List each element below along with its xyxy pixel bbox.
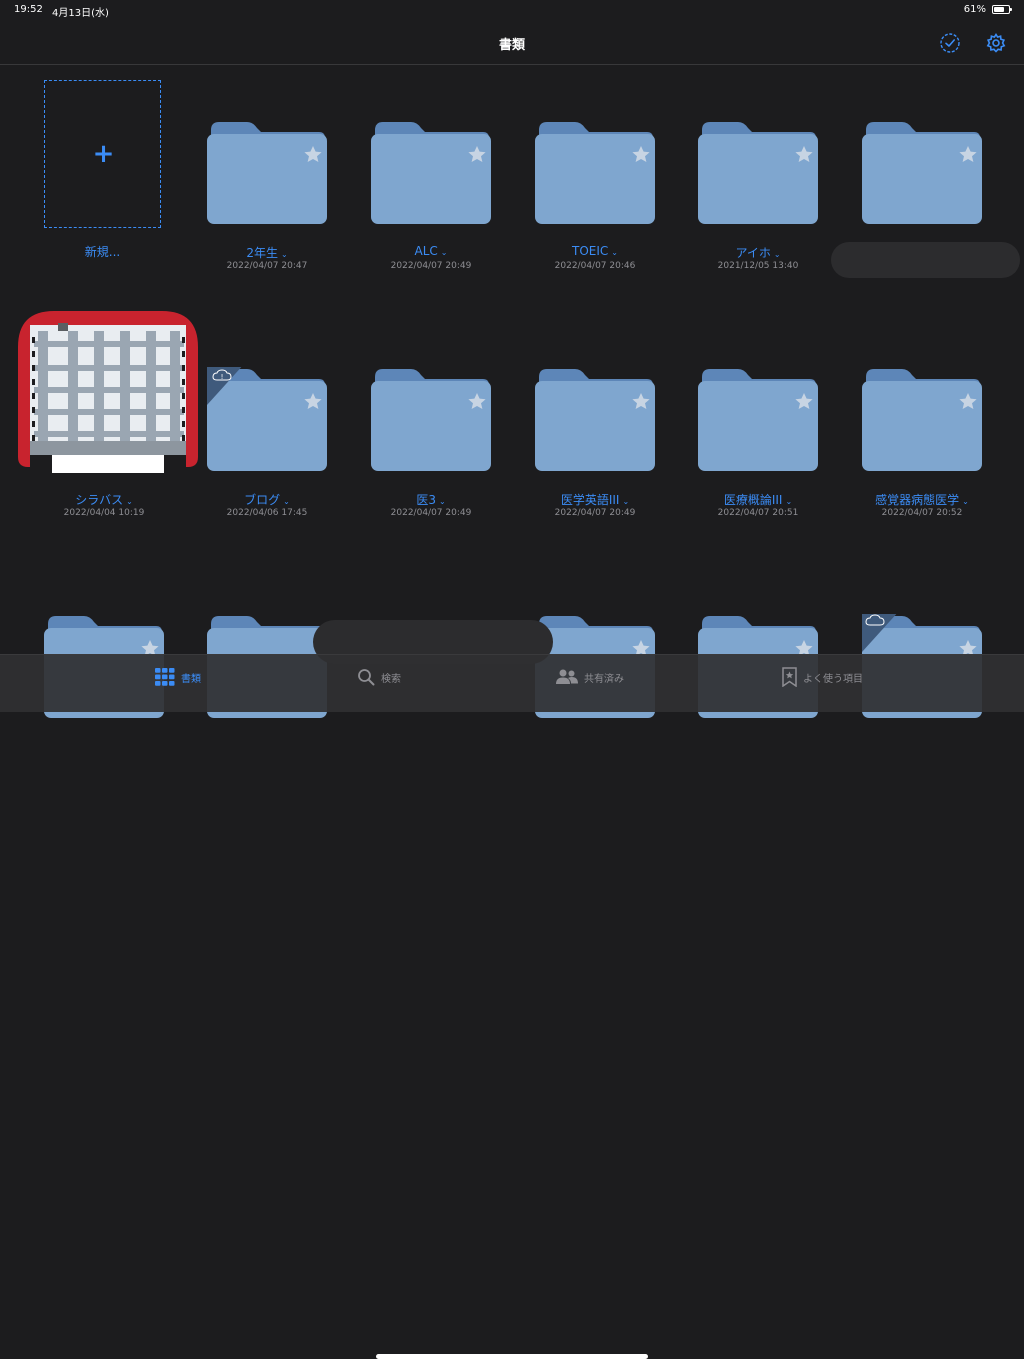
document-grid: + 新規... 2年生 ⌄ 2022/04/07 20:47 ALC ⌄ 2022/…	[0, 0, 1024, 718]
grid-icon	[155, 668, 175, 686]
bookmark-star-icon	[782, 667, 797, 687]
folder-date: 2022/04/07 20:47	[226, 261, 308, 271]
folder-icon	[698, 369, 818, 471]
folder-name: アイホ ⌄	[735, 246, 781, 260]
folder-name: 感覚器病態医学 ⌄	[875, 493, 969, 507]
folder-name: 医学英語III ⌄	[560, 493, 630, 507]
folder-name: 医3 ⌄	[416, 493, 446, 507]
folder-date: 2021/12/05 13:40	[717, 261, 799, 271]
tab-shared[interactable]: 共有済み	[556, 665, 624, 689]
tab-bar: 書類 検索 共有済み よく使う項目	[0, 654, 1024, 1359]
folder-icon	[698, 122, 818, 224]
folder-icon	[207, 122, 327, 224]
folder-icon	[862, 369, 982, 471]
folder-name: ALC ⌄	[414, 244, 448, 258]
tab-search[interactable]: 検索	[357, 665, 401, 689]
tab-label: 検索	[381, 673, 401, 685]
tab-label: 共有済み	[584, 673, 624, 685]
folder-icon	[862, 122, 982, 224]
new-document-label[interactable]: 新規...	[44, 243, 161, 260]
search-icon	[358, 669, 375, 686]
new-document-button[interactable]: +	[44, 80, 161, 228]
toast-overlay	[831, 242, 1020, 278]
plus-icon: +	[92, 139, 115, 169]
home-indicator	[376, 1354, 648, 1359]
folder-date: 2022/04/07 20:46	[554, 261, 636, 271]
folder-date: 2022/04/07 20:49	[390, 508, 472, 518]
folder-name: 2年生 ⌄	[246, 246, 288, 260]
folder-date: 2022/04/06 17:45	[226, 508, 308, 518]
people-icon	[556, 669, 578, 684]
folder-date: 2022/04/07 20:49	[390, 261, 472, 271]
tab-favorites[interactable]: よく使う項目	[782, 665, 863, 689]
folder-icon	[535, 122, 655, 224]
tab-label: 書類	[181, 673, 201, 685]
folder-icon	[371, 122, 491, 224]
svg-text:!: !	[221, 373, 224, 381]
document-name: シラバス ⌄	[75, 493, 133, 507]
document-thumbnail[interactable]	[10, 307, 206, 473]
folder-icon	[535, 369, 655, 471]
folder-name: TOEIC ⌄	[572, 244, 618, 258]
tab-documents[interactable]: 書類	[155, 665, 201, 689]
folder-icon	[371, 369, 491, 471]
folder-date: 2022/04/07 20:52	[881, 508, 963, 518]
tab-label: よく使う項目	[803, 673, 863, 685]
folder-icon: !	[207, 367, 327, 471]
folder-name: 医療概論III ⌄	[723, 493, 793, 507]
folder-name: ブログ ⌄	[244, 493, 290, 507]
folder-date: 2022/04/07 20:51	[717, 508, 799, 518]
folder-date: 2022/04/07 20:49	[554, 508, 636, 518]
document-date: 2022/04/04 10:19	[63, 508, 145, 518]
